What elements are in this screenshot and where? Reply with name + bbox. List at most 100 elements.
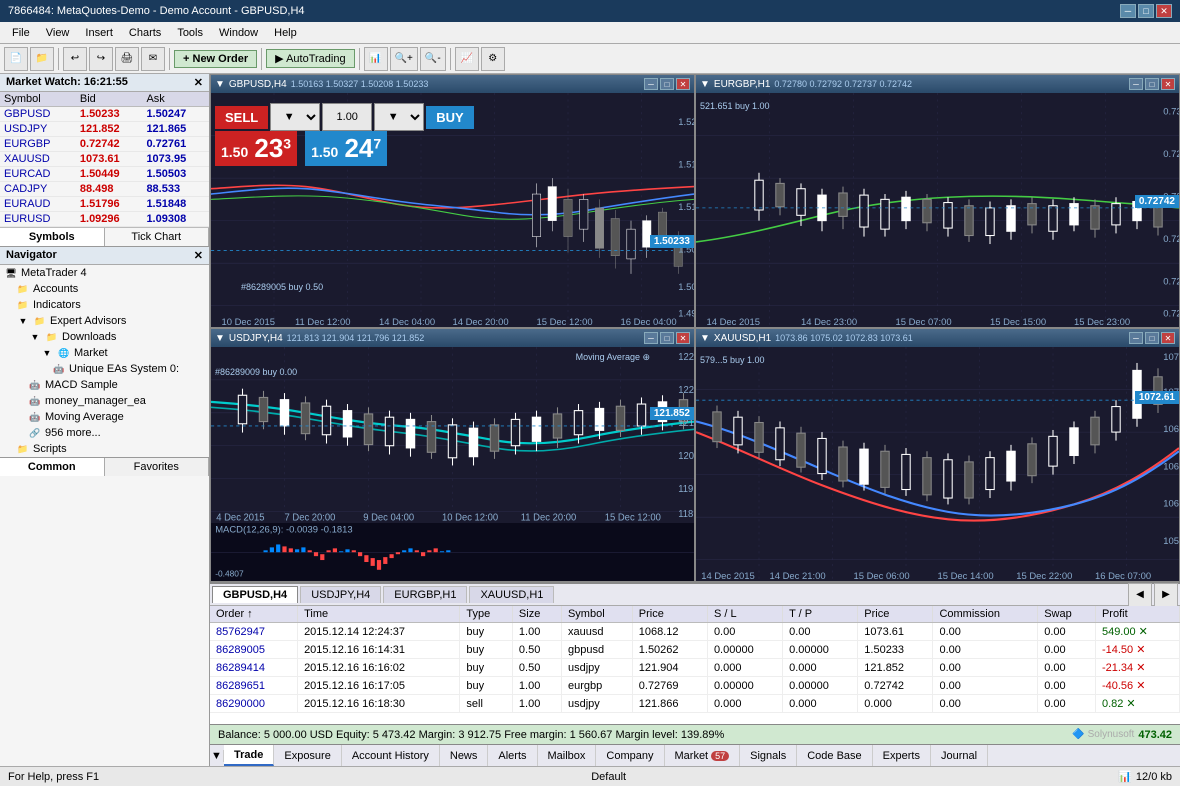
chart-xauusd-min[interactable]: ─ xyxy=(1129,332,1143,344)
market-watch-row-cadjpy[interactable]: CADJPY 88.498 88.533 xyxy=(0,182,209,197)
nav-expert-advisors[interactable]: ▼ 📁 Expert Advisors xyxy=(0,313,209,329)
menu-file[interactable]: File xyxy=(4,25,38,41)
chart-tab-xauusd[interactable]: XAUUSD,H1 xyxy=(469,586,554,603)
bnav-experts[interactable]: Experts xyxy=(873,745,931,766)
bnav-company[interactable]: Company xyxy=(596,745,664,766)
lot-input[interactable] xyxy=(322,103,372,131)
chart-usdjpy-max[interactable]: □ xyxy=(660,332,674,344)
bnav-account-history[interactable]: Account History xyxy=(342,745,440,766)
chart-eurgbp-min[interactable]: ─ xyxy=(1129,78,1143,90)
chart-gbpusd-max[interactable]: □ xyxy=(660,78,674,90)
order-row-86289005[interactable]: 86289005 2015.12.16 16:14:31 buy 0.50 gb… xyxy=(210,641,1180,659)
nav-metatrader4[interactable]: 🖥 MetaTrader 4 xyxy=(0,265,209,281)
col-profit[interactable]: Profit xyxy=(1095,606,1179,623)
maximize-button[interactable]: □ xyxy=(1138,4,1154,18)
menu-view[interactable]: View xyxy=(38,25,78,41)
col-type[interactable]: Type xyxy=(460,606,513,623)
market-watch-row-xauusd[interactable]: XAUUSD 1073.61 1073.95 xyxy=(0,152,209,167)
settings-button[interactable]: ⚙ xyxy=(481,47,505,71)
nav-unique-eas[interactable]: 🤖 Unique EAs System 0: xyxy=(0,361,209,377)
chart-xauusd-max[interactable]: □ xyxy=(1145,332,1159,344)
chart-tab-eurgbp[interactable]: EURGBP,H1 xyxy=(383,586,467,603)
bnav-market[interactable]: Market 57 xyxy=(665,745,741,766)
col-size[interactable]: Size xyxy=(512,606,561,623)
menu-insert[interactable]: Insert xyxy=(77,25,121,41)
chart-usdjpy-min[interactable]: ─ xyxy=(644,332,658,344)
nav-market[interactable]: ▼ 🌐 Market xyxy=(0,345,209,361)
zoom-in-button[interactable]: 🔍+ xyxy=(390,47,418,71)
nav-money-manager[interactable]: 🤖 money_manager_ea xyxy=(0,393,209,409)
bnav-signals[interactable]: Signals xyxy=(740,745,797,766)
menu-help[interactable]: Help xyxy=(266,25,305,41)
order-row-86289651[interactable]: 86289651 2015.12.16 16:17:05 buy 1.00 eu… xyxy=(210,677,1180,695)
sell-button[interactable]: SELL xyxy=(215,106,268,129)
chart-tab-gbpusd[interactable]: GBPUSD,H4 xyxy=(212,586,298,603)
market-watch-row-eurgbp[interactable]: EURGBP 0.72742 0.72761 xyxy=(0,137,209,152)
menu-window[interactable]: Window xyxy=(211,25,266,41)
buy-button[interactable]: BUY xyxy=(426,106,473,129)
col-tp[interactable]: T / P xyxy=(783,606,858,623)
bnav-alerts[interactable]: Alerts xyxy=(488,745,537,766)
close-button[interactable]: ✕ xyxy=(1156,4,1172,18)
lot-dropdown-2[interactable]: ▼ xyxy=(374,103,424,131)
lot-dropdown[interactable]: ▼ xyxy=(270,103,320,131)
nav-downloads[interactable]: ▼ 📁 Downloads xyxy=(0,329,209,345)
bnav-trade[interactable]: Trade xyxy=(224,745,274,766)
market-watch-row-eurcad[interactable]: EURCAD 1.50449 1.50503 xyxy=(0,167,209,182)
col-symbol[interactable]: Symbol xyxy=(561,606,632,623)
order-row-86290000[interactable]: 86290000 2015.12.16 16:18:30 sell 1.00 u… xyxy=(210,695,1180,713)
bnav-news[interactable]: News xyxy=(440,745,489,766)
market-watch-row-euraud[interactable]: EURAUD 1.51796 1.51848 xyxy=(0,197,209,212)
menu-tools[interactable]: Tools xyxy=(169,25,211,41)
market-watch-row-usdjpy[interactable]: USDJPY 121.852 121.865 xyxy=(0,122,209,137)
new-chart-button[interactable]: 📄 xyxy=(4,47,28,71)
navigator-close-icon[interactable]: ✕ xyxy=(194,249,203,262)
email-button[interactable]: ✉ xyxy=(141,47,165,71)
nav-scripts[interactable]: 📁 Scripts xyxy=(0,441,209,457)
chart-gbpusd-close[interactable]: ✕ xyxy=(676,78,690,90)
nav-indicators[interactable]: 📁 Indicators xyxy=(0,297,209,313)
open-button[interactable]: 📁 xyxy=(30,47,54,71)
col-swap[interactable]: Swap xyxy=(1038,606,1096,623)
tab-favorites[interactable]: Favorites xyxy=(105,458,210,476)
order-row-86289414[interactable]: 86289414 2015.12.16 16:16:02 buy 0.50 us… xyxy=(210,659,1180,677)
col-order[interactable]: Order ↑ xyxy=(210,606,298,623)
tab-tick-chart[interactable]: Tick Chart xyxy=(105,228,210,246)
chart-type-button[interactable]: 📊 xyxy=(364,47,388,71)
market-watch-close-icon[interactable]: ✕ xyxy=(194,76,203,89)
order-row-85762947[interactable]: 85762947 2015.12.14 12:24:37 buy 1.00 xa… xyxy=(210,623,1180,641)
bnav-mailbox[interactable]: Mailbox xyxy=(538,745,597,766)
col-sl[interactable]: S / L xyxy=(707,606,782,623)
nav-accounts[interactable]: 📁 Accounts xyxy=(0,281,209,297)
chart-usdjpy-close[interactable]: ✕ xyxy=(676,332,690,344)
col-time[interactable]: Time xyxy=(298,606,460,623)
zoom-out-button[interactable]: 🔍- xyxy=(420,47,446,71)
col-commission[interactable]: Commission xyxy=(933,606,1038,623)
nav-more[interactable]: 🔗 956 more... xyxy=(0,425,209,441)
nav-macd-sample[interactable]: 🤖 MACD Sample xyxy=(0,377,209,393)
bnav-codebase[interactable]: Code Base xyxy=(797,745,872,766)
market-watch-row-eurusd[interactable]: EURUSD 1.09296 1.09308 xyxy=(0,212,209,227)
tab-common[interactable]: Common xyxy=(0,458,105,476)
market-watch-row-gbpusd[interactable]: GBPUSD 1.50233 1.50247 xyxy=(0,107,209,122)
tab-symbols[interactable]: Symbols xyxy=(0,228,105,246)
chart-eurgbp-max[interactable]: □ xyxy=(1145,78,1159,90)
chart-tab-next[interactable]: ▶ xyxy=(1154,583,1178,607)
terminal-toggle[interactable]: ▼ xyxy=(210,750,224,762)
menu-charts[interactable]: Charts xyxy=(121,25,169,41)
bnav-journal[interactable]: Journal xyxy=(931,745,988,766)
undo-button[interactable]: ↩ xyxy=(63,47,87,71)
chart-gbpusd-min[interactable]: ─ xyxy=(644,78,658,90)
chart-xauusd-close[interactable]: ✕ xyxy=(1161,332,1175,344)
chart-tab-prev[interactable]: ◀ xyxy=(1128,583,1152,607)
col-price-cur[interactable]: Price xyxy=(858,606,933,623)
indicators-button[interactable]: 📈 xyxy=(455,47,479,71)
new-order-button[interactable]: + New Order xyxy=(174,50,257,68)
autotrading-button[interactable]: ▶ AutoTrading xyxy=(266,49,354,68)
nav-moving-average[interactable]: 🤖 Moving Average xyxy=(0,409,209,425)
bnav-exposure[interactable]: Exposure xyxy=(274,745,341,766)
chart-tab-usdjpy[interactable]: USDJPY,H4 xyxy=(300,586,381,603)
redo-button[interactable]: ↪ xyxy=(89,47,113,71)
col-price-open[interactable]: Price xyxy=(632,606,707,623)
minimize-button[interactable]: ─ xyxy=(1120,4,1136,18)
